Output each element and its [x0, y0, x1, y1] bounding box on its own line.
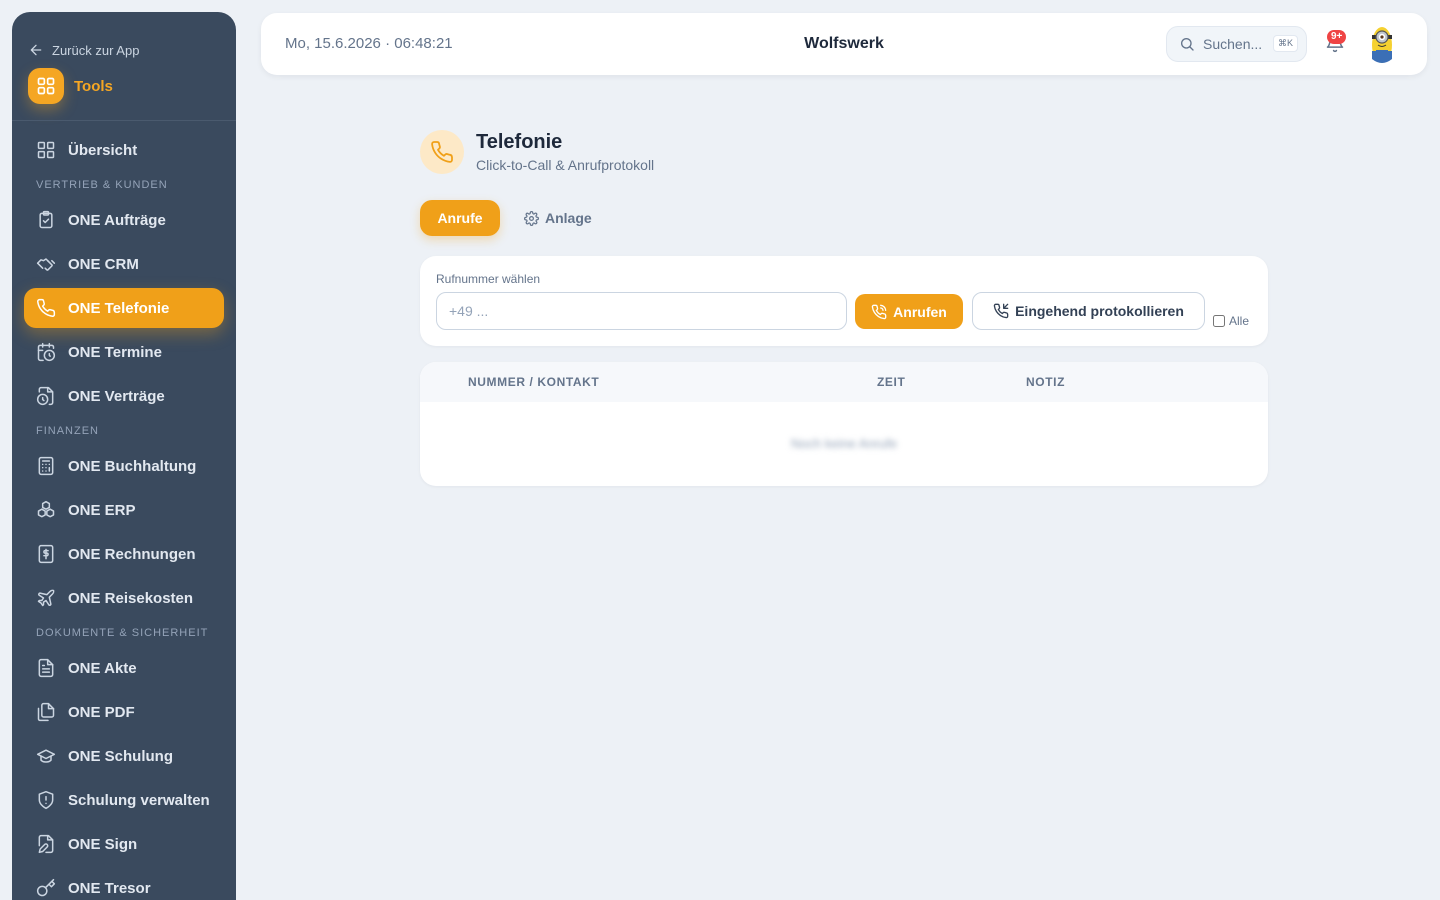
- grid-icon: [28, 68, 64, 104]
- clipboard-check-icon: [36, 210, 56, 230]
- all-filter[interactable]: Alle: [1213, 314, 1249, 328]
- grid-icon: [36, 140, 56, 160]
- column-header-time: ZEIT: [877, 375, 906, 389]
- sidebar-item-label: ONE ERP: [68, 501, 136, 519]
- all-checkbox-label: Alle: [1229, 314, 1250, 328]
- sidebar-item-label: ONE Telefonie: [68, 299, 170, 317]
- calculator-icon: [36, 456, 56, 476]
- sidebar-item-appointments[interactable]: ONE Termine: [24, 332, 224, 372]
- file-clock-icon: [36, 386, 56, 406]
- sidebar-item-telephony[interactable]: ONE Telefonie: [24, 288, 224, 328]
- arrow-left-icon: [28, 42, 44, 58]
- sidebar-item-label: ONE Akte: [68, 659, 137, 677]
- phone-number-input[interactable]: [436, 292, 847, 330]
- table-header: NUMMER / KONTAKT ZEIT NOTIZ: [420, 362, 1268, 402]
- phone-icon: [420, 130, 464, 174]
- all-checkbox[interactable]: [1213, 315, 1225, 327]
- key-icon: [36, 878, 56, 898]
- sidebar-item-label: ONE Sign: [68, 835, 138, 853]
- sidebar-item-label: ONE Termine: [68, 343, 162, 361]
- top-bar: Mo, 15.6.2026 · 06:48:21 Wolfswerk Suche…: [261, 13, 1427, 75]
- empty-state-message: Noch keine Anrufe: [790, 436, 898, 451]
- log-incoming-button[interactable]: Eingehend protokollieren: [972, 292, 1205, 330]
- sidebar-item-label: ONE Rechnungen: [68, 545, 196, 563]
- back-link-label: Zurück zur App: [52, 42, 140, 58]
- file-text-icon: [36, 658, 56, 678]
- sidebar-item-accounting[interactable]: ONE Buchhaltung: [24, 446, 224, 486]
- sidebar-item-label: ONE Buchhaltung: [68, 457, 197, 475]
- phone-call-icon: [871, 304, 887, 320]
- column-header-number: NUMMER / KONTAKT: [468, 375, 600, 389]
- brand[interactable]: Tools: [28, 68, 113, 104]
- call-button-label: Anrufen: [893, 303, 947, 320]
- notification-badge: 9+: [1327, 30, 1347, 44]
- tab-label: Anlage: [545, 210, 592, 226]
- sidebar-item-overview[interactable]: Übersicht: [24, 130, 224, 170]
- search-button[interactable]: Suchen... ⌘K: [1166, 26, 1307, 62]
- dial-number-label: Rufnummer wählen: [436, 272, 541, 286]
- sidebar-item-label: Übersicht: [68, 141, 138, 159]
- page-title: Telefonie: [476, 131, 563, 153]
- sidebar-item-contracts[interactable]: ONE Verträge: [24, 376, 224, 416]
- sidebar-item-pdf[interactable]: ONE PDF: [24, 692, 224, 732]
- sidebar-item-training-admin[interactable]: Schulung verwalten: [24, 780, 224, 820]
- dialer-card: Rufnummer wählen Anrufen Eingehend proto…: [420, 256, 1268, 346]
- sidebar-item-label: ONE Aufträge: [68, 211, 166, 229]
- sidebar-item-orders[interactable]: ONE Aufträge: [24, 200, 224, 240]
- sidebar-item-training[interactable]: ONE Schulung: [24, 736, 224, 776]
- back-to-app-link[interactable]: Zurück zur App: [28, 42, 139, 58]
- files-icon: [36, 702, 56, 722]
- call-log-table: NUMMER / KONTAKT ZEIT NOTIZ Noch keine A…: [420, 362, 1268, 486]
- graduation-cap-icon: [36, 746, 56, 766]
- phone-incoming-icon: [993, 303, 1009, 319]
- sidebar-item-label: ONE Schulung: [68, 747, 173, 765]
- sidebar-item-invoices[interactable]: ONE Rechnungen: [24, 534, 224, 574]
- log-incoming-label: Eingehend protokollieren: [1015, 303, 1184, 319]
- file-pen-icon: [36, 834, 56, 854]
- shield-alert-icon: [36, 790, 56, 810]
- sidebar-item-label: ONE Verträge: [68, 387, 165, 405]
- sidebar: Zurück zur App Tools Übersicht VERTRIEB …: [12, 12, 236, 900]
- sidebar-section-sales: VERTRIEB & KUNDEN: [36, 179, 168, 191]
- call-button[interactable]: Anrufen: [855, 294, 963, 329]
- calendar-clock-icon: [36, 342, 56, 362]
- gear-icon: [524, 210, 539, 226]
- sidebar-section-finance: FINANZEN: [36, 425, 99, 437]
- tab-label: Anrufe: [437, 210, 483, 226]
- sidebar-item-sign[interactable]: ONE Sign: [24, 824, 224, 864]
- tab-system[interactable]: Anlage: [516, 200, 600, 236]
- tab-calls[interactable]: Anrufe: [420, 200, 500, 236]
- sidebar-item-erp[interactable]: ONE ERP: [24, 490, 224, 530]
- column-header-note: NOTIZ: [1026, 375, 1065, 389]
- sidebar-item-files[interactable]: ONE Akte: [24, 648, 224, 688]
- sidebar-item-label: ONE Reisekosten: [68, 589, 194, 607]
- plane-icon: [36, 588, 56, 608]
- sidebar-section-docs: DOKUMENTE & SICHERHEIT: [36, 627, 209, 639]
- sidebar-item-crm[interactable]: ONE CRM: [24, 244, 224, 284]
- sidebar-item-label: ONE Tresor: [68, 879, 151, 897]
- sidebar-item-travel[interactable]: ONE Reisekosten: [24, 578, 224, 618]
- phone-icon: [36, 298, 56, 318]
- avatar[interactable]: [1367, 21, 1397, 67]
- page-subtitle: Click-to-Call & Anrufprotokoll: [476, 157, 655, 173]
- handshake-icon: [36, 254, 56, 274]
- receipt-dollar-icon: [36, 544, 56, 564]
- sidebar-item-label: ONE PDF: [68, 703, 135, 721]
- sidebar-item-label: ONE CRM: [68, 255, 139, 273]
- search-icon: [1179, 36, 1195, 52]
- search-shortcut: ⌘K: [1272, 35, 1298, 52]
- brand-label: Tools: [74, 77, 113, 95]
- search-placeholder: Suchen...: [1203, 36, 1263, 52]
- sidebar-divider: [12, 120, 236, 121]
- sidebar-item-vault[interactable]: ONE Tresor: [24, 868, 224, 900]
- sidebar-item-label: Schulung verwalten: [68, 791, 210, 809]
- boxes-icon: [36, 500, 56, 520]
- sidebar-nav: Übersicht VERTRIEB & KUNDEN ONE Aufträge…: [24, 130, 224, 900]
